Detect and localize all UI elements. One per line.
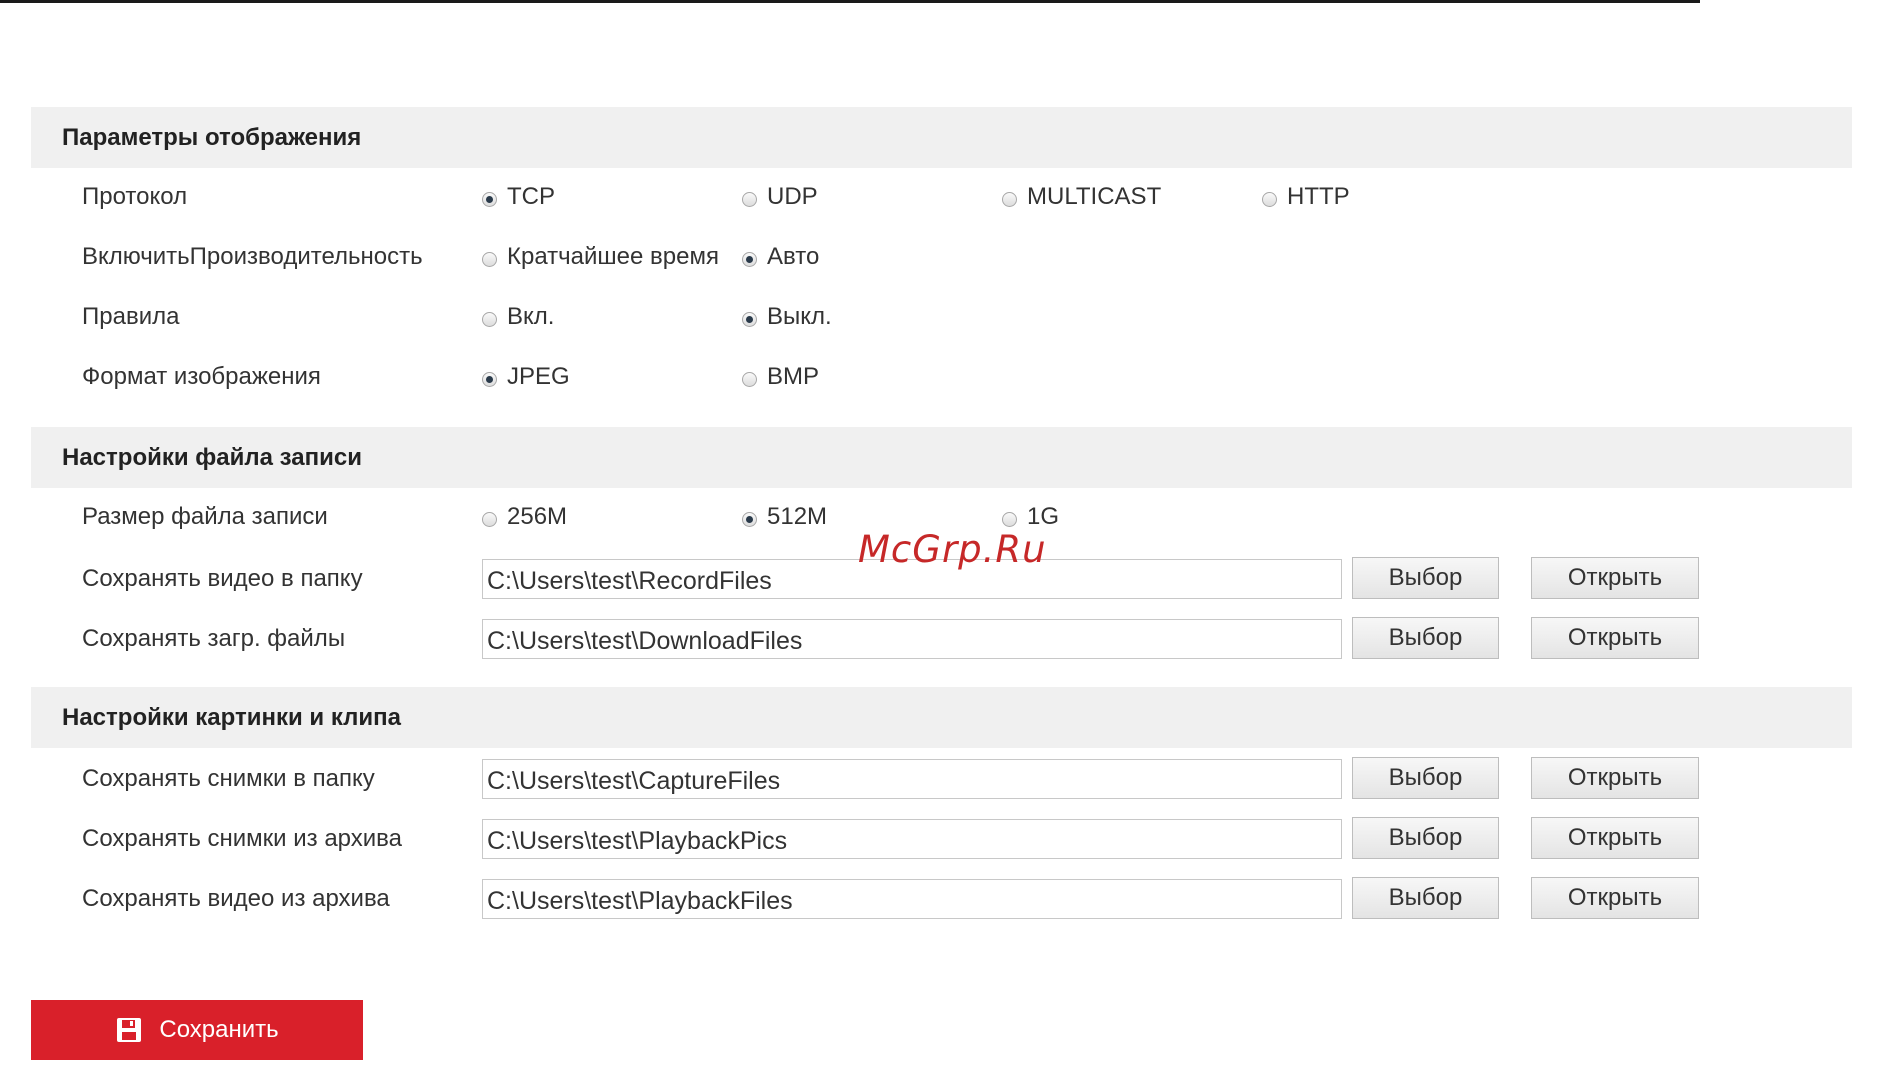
radio-icon[interactable]	[742, 191, 757, 207]
option-label: UDP	[767, 183, 818, 210]
download-folder-input[interactable]: C:\Users\test\DownloadFiles	[482, 619, 1342, 659]
video-folder-open-button[interactable]: Открыть	[1531, 557, 1699, 599]
option-label: 1G	[1027, 503, 1060, 530]
image-format-label: Формат изображения	[82, 363, 321, 390]
performance-option-shortest[interactable]: Кратчайшее время	[482, 237, 719, 277]
row-performance: ВключитьПроизводительность Кратчайшее вр…	[0, 237, 1878, 277]
playback-snapshot-folder-open-button[interactable]: Открыть	[1531, 817, 1699, 859]
floppy-disk-icon	[117, 1018, 142, 1042]
snapshot-folder-open-button[interactable]: Открыть	[1531, 757, 1699, 799]
watermark: McGrp.Ru	[858, 528, 1047, 571]
row-snapshot-folder: Сохранять снимки в папку C:\Users\test\C…	[0, 757, 1878, 799]
video-folder-choose-button[interactable]: Выбор	[1352, 557, 1499, 599]
radio-icon[interactable]	[1002, 511, 1017, 527]
radio-icon-checked[interactable]	[482, 191, 497, 207]
radio-icon-checked[interactable]	[742, 311, 757, 327]
rules-label: Правила	[82, 303, 180, 330]
image-format-option-bmp[interactable]: BMP	[742, 357, 819, 397]
protocol-option-http[interactable]: HTTP	[1262, 177, 1350, 217]
file-size-label: Размер файла записи	[82, 503, 328, 530]
row-playback-video-folder: Сохранять видео из архива C:\Users\test\…	[0, 877, 1878, 919]
radio-icon[interactable]	[1002, 191, 1017, 207]
protocol-label: Протокол	[82, 183, 188, 210]
playback-video-folder-label: Сохранять видео из архива	[82, 885, 390, 912]
save-button[interactable]: Сохранить	[31, 1000, 363, 1060]
radio-icon[interactable]	[482, 511, 497, 527]
option-label: JPEG	[507, 363, 570, 390]
radio-icon[interactable]	[482, 311, 497, 327]
row-protocol: Протокол TCP UDP MULTICAST HTTP	[0, 177, 1878, 217]
playback-video-folder-open-button[interactable]: Открыть	[1531, 877, 1699, 919]
playback-video-folder-choose-button[interactable]: Выбор	[1352, 877, 1499, 919]
download-folder-choose-button[interactable]: Выбор	[1352, 617, 1499, 659]
option-label: HTTP	[1287, 183, 1350, 210]
rules-option-on[interactable]: Вкл.	[482, 297, 554, 337]
section-header-display: Параметры отображения	[31, 107, 1852, 168]
performance-label: ВключитьПроизводительность	[82, 243, 423, 270]
video-folder-label: Сохранять видео в папку	[82, 565, 363, 592]
option-label: BMP	[767, 363, 820, 390]
playback-snapshot-folder-input[interactable]: C:\Users\test\PlaybackPics	[482, 819, 1342, 859]
snapshot-folder-input[interactable]: C:\Users\test\CaptureFiles	[482, 759, 1342, 799]
radio-icon[interactable]	[1262, 191, 1277, 207]
option-label: Вкл.	[507, 303, 555, 330]
option-label: 512M	[767, 503, 828, 530]
file-size-option-512m[interactable]: 512M	[742, 497, 827, 537]
option-label: Авто	[767, 243, 820, 270]
row-image-format: Формат изображения JPEG BMP	[0, 357, 1878, 397]
section-header-capture: Настройки картинки и клипа	[31, 687, 1852, 748]
download-folder-label: Сохранять загр. файлы	[82, 625, 346, 652]
playback-snapshot-folder-label: Сохранять снимки из архива	[82, 825, 402, 852]
option-label: Выкл.	[767, 303, 832, 330]
radio-icon-checked[interactable]	[742, 251, 757, 267]
rules-option-off[interactable]: Выкл.	[742, 297, 832, 337]
snapshot-folder-choose-button[interactable]: Выбор	[1352, 757, 1499, 799]
image-format-option-jpeg[interactable]: JPEG	[482, 357, 570, 397]
download-folder-open-button[interactable]: Открыть	[1531, 617, 1699, 659]
row-playback-snapshot-folder: Сохранять снимки из архива C:\Users\test…	[0, 817, 1878, 859]
save-button-label: Сохранить	[159, 1016, 279, 1043]
option-label: TCP	[507, 183, 555, 210]
radio-icon-checked[interactable]	[482, 371, 497, 387]
protocol-option-tcp[interactable]: TCP	[482, 177, 555, 217]
option-label: 256M	[507, 503, 568, 530]
section-header-record: Настройки файла записи	[31, 427, 1852, 488]
row-download-folder: Сохранять загр. файлы C:\Users\test\Down…	[0, 617, 1878, 659]
row-rules: Правила Вкл. Выкл.	[0, 297, 1878, 337]
protocol-option-multicast[interactable]: MULTICAST	[1002, 177, 1161, 217]
top-divider	[0, 0, 1700, 3]
radio-icon-checked[interactable]	[742, 511, 757, 527]
playback-video-folder-input[interactable]: C:\Users\test\PlaybackFiles	[482, 879, 1342, 919]
file-size-option-256m[interactable]: 256M	[482, 497, 567, 537]
option-label: MULTICAST	[1027, 183, 1162, 210]
snapshot-folder-label: Сохранять снимки в папку	[82, 765, 375, 792]
radio-icon[interactable]	[742, 371, 757, 387]
performance-option-auto[interactable]: Авто	[742, 237, 819, 277]
playback-snapshot-folder-choose-button[interactable]: Выбор	[1352, 817, 1499, 859]
protocol-option-udp[interactable]: UDP	[742, 177, 818, 217]
option-label: Кратчайшее время	[507, 243, 719, 270]
radio-icon[interactable]	[482, 251, 497, 267]
